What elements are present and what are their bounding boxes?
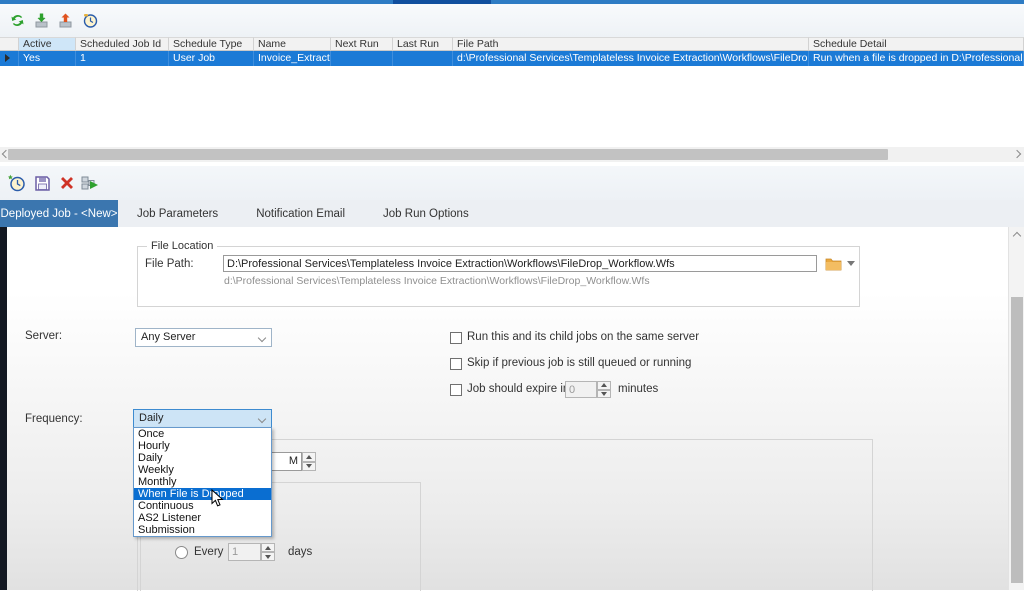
same-server-label: Run this and its child jobs on the same … [467, 331, 699, 343]
frequency-option-hourly[interactable]: Hourly [134, 440, 271, 452]
scroll-up-icon[interactable] [1014, 233, 1020, 239]
cell-active: Yes [19, 51, 76, 66]
job-expire-checkbox[interactable] [450, 384, 462, 396]
server-label: Server: [25, 330, 62, 342]
tab-notification-email[interactable]: Notification Email [237, 200, 364, 227]
cell-scheduled-job-id: 1 [76, 51, 169, 66]
frequency-option-weekly[interactable]: Weekly [134, 464, 271, 476]
mouse-cursor-icon [211, 489, 224, 513]
every-days-input[interactable]: 1 [228, 543, 261, 561]
frequency-label: Frequency: [25, 413, 83, 425]
job-detail-tabs: Deployed Job - <New> Job Parameters Noti… [0, 200, 1024, 227]
tab-deployed-job[interactable]: Deployed Job - <New> [0, 200, 118, 227]
every-days-suffix: days [288, 546, 312, 558]
table-empty-area [0, 66, 1024, 147]
frequency-dropdown-list: Once Hourly Daily Weekly Monthly When Fi… [133, 427, 272, 537]
frequency-option-when-file-is-dropped[interactable]: When File is Dropped [134, 488, 271, 500]
import-icon[interactable] [31, 10, 51, 30]
spin-down-icon[interactable] [261, 552, 275, 561]
skip-if-queued-label: Skip if previous job is still queued or … [467, 357, 691, 369]
file-path-label: File Path: [145, 258, 194, 270]
browse-dropdown-icon[interactable] [846, 258, 856, 268]
daily-time-spinner[interactable] [302, 452, 316, 471]
frequency-option-once[interactable]: Once [134, 428, 271, 440]
chevron-down-icon [258, 415, 266, 423]
expire-minutes-spinner[interactable] [597, 381, 611, 398]
job-expire-label: Job should expire in [467, 383, 569, 395]
frequency-option-monthly[interactable]: Monthly [134, 476, 271, 488]
vertical-scrollbar[interactable] [1008, 227, 1024, 590]
cell-file-path: d:\Professional Services\Templateless In… [453, 51, 809, 66]
frequency-option-submission[interactable]: Submission [134, 524, 271, 536]
scheduled-jobs-table: Active Scheduled Job Id Schedule Type Na… [0, 37, 1024, 67]
file-path-hint: d:\Professional Services\Templateless In… [224, 275, 816, 287]
cell-name: Invoice_Extraction [254, 51, 331, 66]
spin-up-icon[interactable] [261, 543, 275, 552]
frequency-combo-value: Daily [139, 412, 163, 424]
file-path-input[interactable]: D:\Professional Services\Templateless In… [223, 255, 817, 272]
every-days-radio[interactable] [175, 546, 188, 559]
column-header-active[interactable]: Active [19, 37, 76, 51]
spin-down-icon[interactable] [597, 390, 611, 399]
left-dark-strip [0, 227, 7, 590]
frequency-option-as2-listener[interactable]: AS2 Listener [134, 512, 271, 524]
server-combo-value: Any Server [141, 331, 195, 343]
jobs-table-header-row: Active Scheduled Job Id Schedule Type Na… [0, 37, 1024, 51]
job-toolbar [0, 166, 1024, 200]
export-icon[interactable] [55, 10, 75, 30]
tab-job-run-options[interactable]: Job Run Options [364, 200, 488, 227]
frequency-combo[interactable]: Daily [133, 409, 272, 428]
row-selector-header [0, 37, 19, 51]
browse-folder-icon[interactable] [823, 254, 843, 273]
run-job-icon[interactable] [80, 173, 100, 193]
column-header-schedule-type[interactable]: Schedule Type [169, 37, 254, 51]
skip-if-queued-checkbox[interactable] [450, 358, 462, 370]
schedule-clock-icon[interactable] [80, 10, 100, 30]
save-icon[interactable] [32, 173, 52, 193]
tab-job-parameters[interactable]: Job Parameters [118, 200, 237, 227]
spin-up-icon[interactable] [302, 452, 316, 462]
column-header-file-path[interactable]: File Path [453, 37, 809, 51]
server-combo[interactable]: Any Server [135, 328, 272, 347]
cell-schedule-detail: Run when a file is dropped in D:\Profess… [809, 51, 1024, 66]
column-header-schedule-detail[interactable]: Schedule Detail [809, 37, 1024, 51]
delete-x-icon[interactable] [57, 173, 77, 193]
spin-down-icon[interactable] [302, 462, 316, 472]
current-row-arrow-icon [5, 54, 10, 62]
expire-minutes-input[interactable]: 0 [565, 381, 597, 398]
every-label: Every [194, 546, 223, 558]
frequency-option-daily[interactable]: Daily [134, 452, 271, 464]
scheduler-toolbar [0, 4, 1024, 37]
table-row[interactable]: Yes 1 User Job Invoice_Extraction d:\Pro… [0, 51, 1024, 67]
cell-last-run [393, 51, 453, 66]
cell-next-run [331, 51, 393, 66]
refresh-icon[interactable] [7, 10, 27, 30]
spin-up-icon[interactable] [597, 381, 611, 390]
cell-schedule-type: User Job [169, 51, 254, 66]
column-header-last-run[interactable]: Last Run [393, 37, 453, 51]
same-server-checkbox[interactable] [450, 332, 462, 344]
vertical-scrollbar-thumb[interactable] [1011, 297, 1023, 583]
file-location-legend: File Location [147, 240, 217, 253]
column-header-name[interactable]: Name [254, 37, 331, 51]
expire-minutes-suffix: minutes [618, 383, 658, 395]
horizontal-scrollbar[interactable] [0, 147, 1024, 162]
row-selector-cell[interactable] [0, 51, 19, 67]
chevron-down-icon [258, 334, 266, 342]
horizontal-scrollbar-thumb[interactable] [8, 149, 888, 160]
file-location-group: File Location File Path: D:\Professional… [137, 246, 860, 307]
new-schedule-clock-icon[interactable] [7, 173, 27, 193]
every-days-spinner[interactable] [261, 543, 275, 561]
scroll-right-icon[interactable] [1014, 151, 1020, 158]
column-header-scheduled-job-id[interactable]: Scheduled Job Id [76, 37, 169, 51]
column-header-next-run[interactable]: Next Run [331, 37, 393, 51]
frequency-option-continuous[interactable]: Continuous [134, 500, 271, 512]
